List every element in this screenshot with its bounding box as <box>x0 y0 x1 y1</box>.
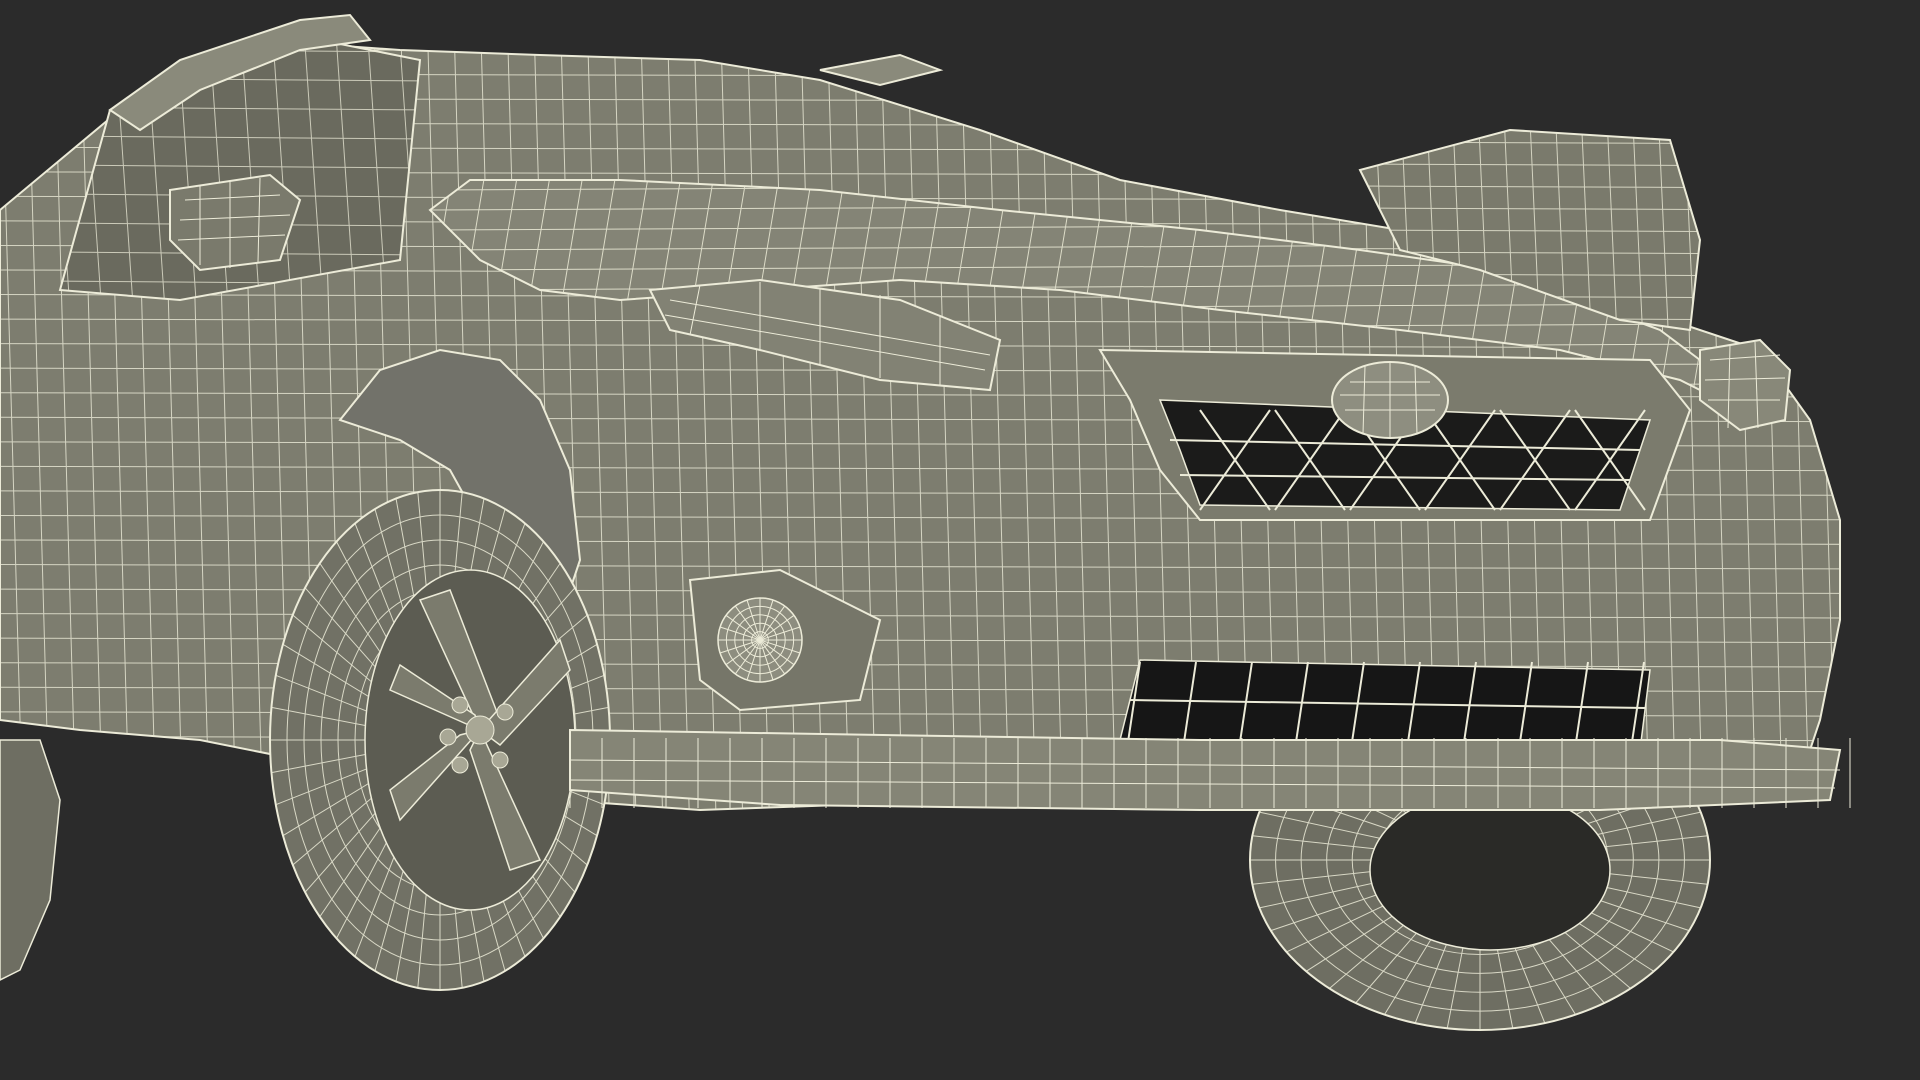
left-side-mirror <box>169 173 302 272</box>
wireframe-car-render <box>0 0 1920 1080</box>
front-left-wheel <box>269 489 611 991</box>
render-viewport <box>0 0 1920 1080</box>
front-bumper-lip <box>569 728 1851 811</box>
subaru-oval-emblem-icon <box>1331 361 1449 439</box>
lower-air-intake <box>1119 659 1651 751</box>
